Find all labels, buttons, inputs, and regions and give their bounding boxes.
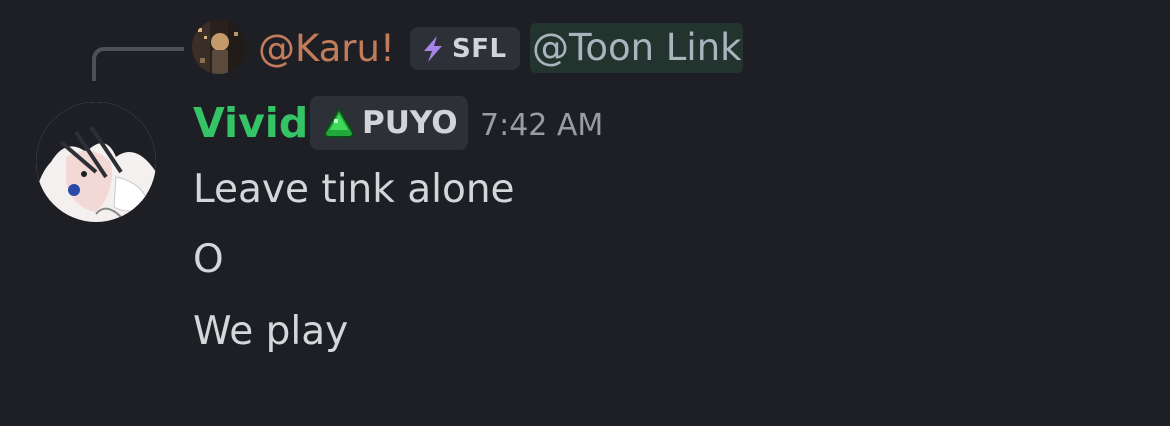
message-author-name[interactable]: Vivid bbox=[193, 98, 308, 148]
author-avatar-image bbox=[36, 102, 156, 222]
reply-author-name[interactable]: @Karu! bbox=[258, 24, 395, 74]
reply-connector-line bbox=[92, 47, 184, 81]
reply-author-avatar[interactable] bbox=[192, 20, 246, 74]
user-mention[interactable]: @Toon Link bbox=[530, 23, 743, 73]
reply-server-tag-label: SFL bbox=[452, 33, 507, 64]
chat-message-frame: @Karu! SFL @Toon Link Vivid PUYO 7:42 AM… bbox=[0, 0, 1170, 426]
reply-avatar-image bbox=[192, 20, 246, 74]
author-server-tag[interactable]: PUYO bbox=[310, 96, 468, 150]
message-text-line: Leave tink alone bbox=[193, 167, 515, 212]
author-avatar[interactable] bbox=[36, 102, 156, 222]
author-server-tag-label: PUYO bbox=[362, 105, 458, 141]
green-slime-icon bbox=[323, 107, 355, 138]
message-timestamp: 7:42 AM bbox=[480, 108, 604, 143]
lightning-bolt-icon bbox=[424, 35, 442, 62]
message-text-line: We play bbox=[193, 309, 349, 354]
message-text-line: O bbox=[193, 237, 224, 282]
reply-server-tag[interactable]: SFL bbox=[410, 27, 520, 70]
